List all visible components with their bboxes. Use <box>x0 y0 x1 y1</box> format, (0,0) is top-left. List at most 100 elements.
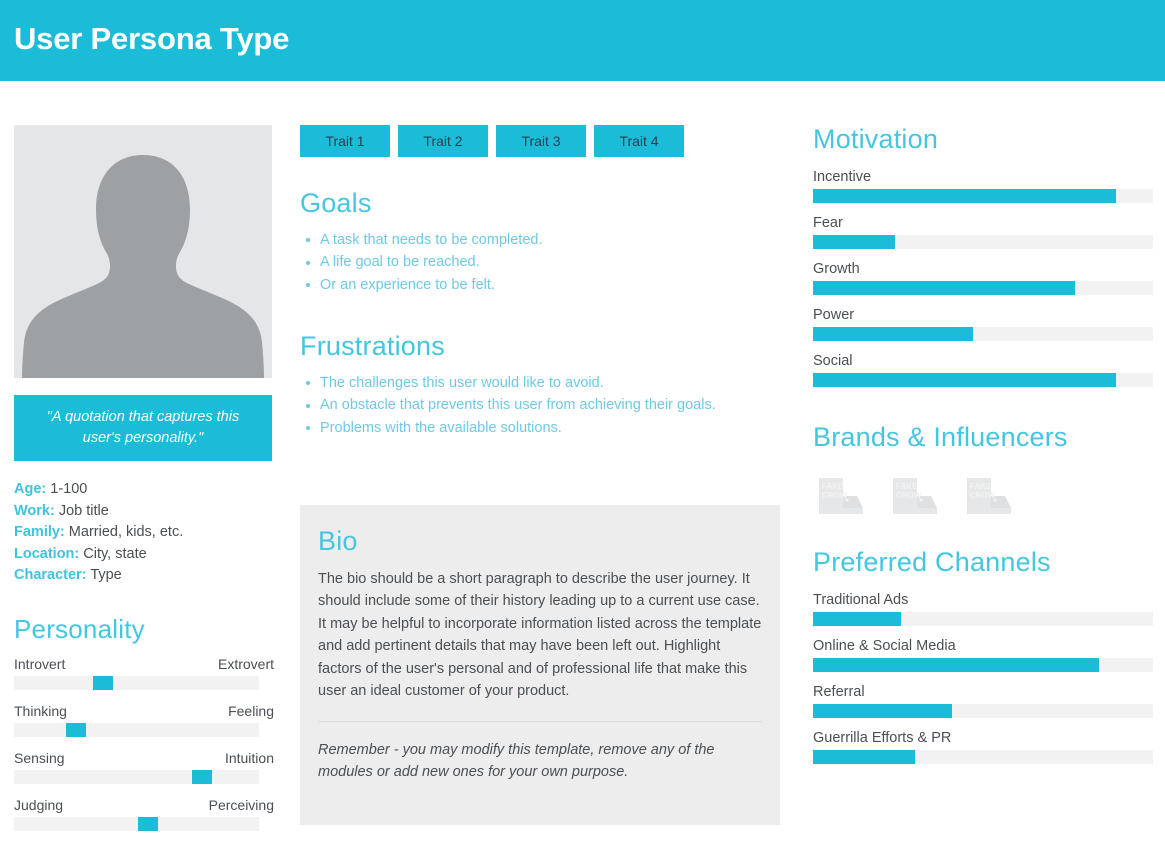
slider-handle[interactable] <box>137 817 158 832</box>
person-silhouette-icon <box>22 155 264 378</box>
slider-handle[interactable] <box>65 723 86 738</box>
slider-label-right: Feeling <box>228 703 274 720</box>
bar-track[interactable] <box>813 188 1153 203</box>
motivation-bar-social: Social <box>813 353 1153 387</box>
bar-fill <box>813 372 1116 387</box>
slider-track[interactable] <box>14 817 259 832</box>
traits-row: Trait 1 Trait 2 Trait 3 Trait 4 <box>300 125 790 157</box>
personality-slider-sensing-intuition: Sensing Intuition <box>14 750 274 785</box>
brands-section: Brands & Influencers FAKE CROW FAKE CROW <box>813 422 1153 519</box>
slider-handle[interactable] <box>92 676 113 691</box>
bar-track[interactable] <box>813 372 1153 387</box>
trait-chip[interactable]: Trait 4 <box>594 125 684 157</box>
page-title: User Persona Type <box>14 21 290 56</box>
slider-track[interactable] <box>14 723 259 738</box>
bar-fill <box>813 280 1075 295</box>
svg-text:CROW: CROW <box>822 491 848 500</box>
goals-list: A task that needs to be completed. A lif… <box>300 229 790 297</box>
slider-track[interactable] <box>14 770 259 785</box>
demographic-value: Married, kids, etc. <box>68 524 184 540</box>
demographic-row: Location: City, state <box>14 544 274 566</box>
list-item: An obstacle that prevents this user from… <box>300 394 790 417</box>
bar-label: Guerrilla Efforts & PR <box>813 730 952 747</box>
bar-label: Traditional Ads <box>813 592 909 609</box>
motivation-bar-growth: Growth <box>813 261 1153 295</box>
demographic-value: Job title <box>58 502 109 519</box>
bar-track[interactable] <box>813 750 1153 765</box>
bar-track[interactable] <box>813 658 1153 673</box>
trait-chip[interactable]: Trait 2 <box>398 125 488 157</box>
bar-label: Referral <box>813 684 865 701</box>
slider-label-right: Intuition <box>224 750 274 767</box>
slider-label-right: Extrovert <box>217 656 274 673</box>
bar-label: Fear <box>813 214 843 231</box>
slider-label-left: Judging <box>14 797 64 814</box>
slider-track[interactable] <box>14 676 259 691</box>
bar-fill <box>813 658 1099 673</box>
list-item: Or an experience to be felt. <box>300 274 790 297</box>
motivation-bar-incentive: Incentive <box>813 169 1153 203</box>
avatar <box>14 125 272 378</box>
bio-heading: Bio <box>318 526 358 556</box>
bar-label: Incentive <box>813 168 872 185</box>
demographics-list: Age: 1-100 Work: Job title Family: Marri… <box>14 479 274 587</box>
trait-chip[interactable]: Trait 3 <box>496 125 586 157</box>
demographic-row: Family: Married, kids, etc. <box>14 522 274 544</box>
persona-quote: "A quotation that captures this user's p… <box>14 395 272 461</box>
bio-note: Remember - you may modify this template,… <box>318 741 715 781</box>
bar-label: Online & Social Media <box>813 638 956 655</box>
bar-fill <box>813 326 973 341</box>
demographic-row: Character: Type <box>14 565 274 587</box>
bar-track[interactable] <box>813 704 1153 719</box>
personality-section: Personality Introvert Extrovert Thinking… <box>14 614 274 832</box>
svg-text:CROW: CROW <box>970 491 996 500</box>
bar-track[interactable] <box>813 326 1153 341</box>
trait-chip[interactable]: Trait 1 <box>300 125 390 157</box>
frustrations-section: Frustrations The challenges this user wo… <box>300 331 790 440</box>
page-header: User Persona Type <box>0 0 1165 81</box>
list-item: A task that needs to be completed. <box>300 229 790 252</box>
bar-label: Growth <box>813 260 860 277</box>
right-column: Motivation Incentive Fear Growth Power S… <box>813 124 1153 765</box>
left-column: "A quotation that captures this user's p… <box>14 125 274 832</box>
demographic-row: Work: Job title <box>14 501 274 523</box>
channels-section: Preferred Channels Traditional Ads Onlin… <box>813 548 1153 765</box>
goals-section: Goals A task that needs to be completed.… <box>300 188 790 297</box>
goals-heading: Goals <box>300 188 372 218</box>
fake-crow-logo-icon: FAKE CROW <box>967 478 1011 515</box>
bar-track[interactable] <box>813 234 1153 249</box>
middle-column: Trait 1 Trait 2 Trait 3 Trait 4 Goals A … <box>300 125 790 439</box>
demographic-value: Type <box>90 567 122 583</box>
demographic-label: Age: <box>14 481 47 497</box>
bar-track[interactable] <box>813 612 1153 627</box>
list-item: The challenges this user would like to a… <box>300 372 790 395</box>
list-item: Problems with the available solutions. <box>300 417 790 440</box>
bar-fill <box>813 750 915 765</box>
slider-label-left: Introvert <box>14 656 66 673</box>
bar-fill <box>813 612 902 627</box>
fake-crow-logo-icon: FAKE CROW <box>893 478 937 515</box>
demographic-label: Character: <box>14 567 87 583</box>
demographic-value: 1-100 <box>50 481 88 497</box>
slider-label-left: Sensing <box>14 750 65 767</box>
personality-slider-introvert-extrovert: Introvert Extrovert <box>14 656 274 691</box>
svg-text:FAKE: FAKE <box>896 482 918 491</box>
frustrations-heading: Frustrations <box>300 331 445 362</box>
motivation-bar-power: Power <box>813 307 1153 341</box>
channel-bar-online-social-media: Online & Social Media <box>813 638 1153 673</box>
demographic-label: Family: <box>14 524 65 540</box>
personality-slider-thinking-feeling: Thinking Feeling <box>14 703 274 738</box>
bar-fill <box>813 234 895 249</box>
slider-handle[interactable] <box>191 770 212 785</box>
bar-track[interactable] <box>813 280 1153 295</box>
slider-label-right: Perceiving <box>208 797 274 814</box>
demographic-value: City, state <box>83 545 147 562</box>
channel-bar-traditional-ads: Traditional Ads <box>813 592 1153 627</box>
personality-slider-judging-perceiving: Judging Perceiving <box>14 797 274 832</box>
svg-text:FAKE: FAKE <box>822 482 844 491</box>
svg-text:CROW: CROW <box>896 491 922 500</box>
svg-text:FAKE: FAKE <box>970 482 992 491</box>
demographic-label: Location: <box>14 545 80 562</box>
bio-panel: Bio The bio should be a short paragraph … <box>300 505 780 825</box>
bar-fill <box>813 704 953 719</box>
